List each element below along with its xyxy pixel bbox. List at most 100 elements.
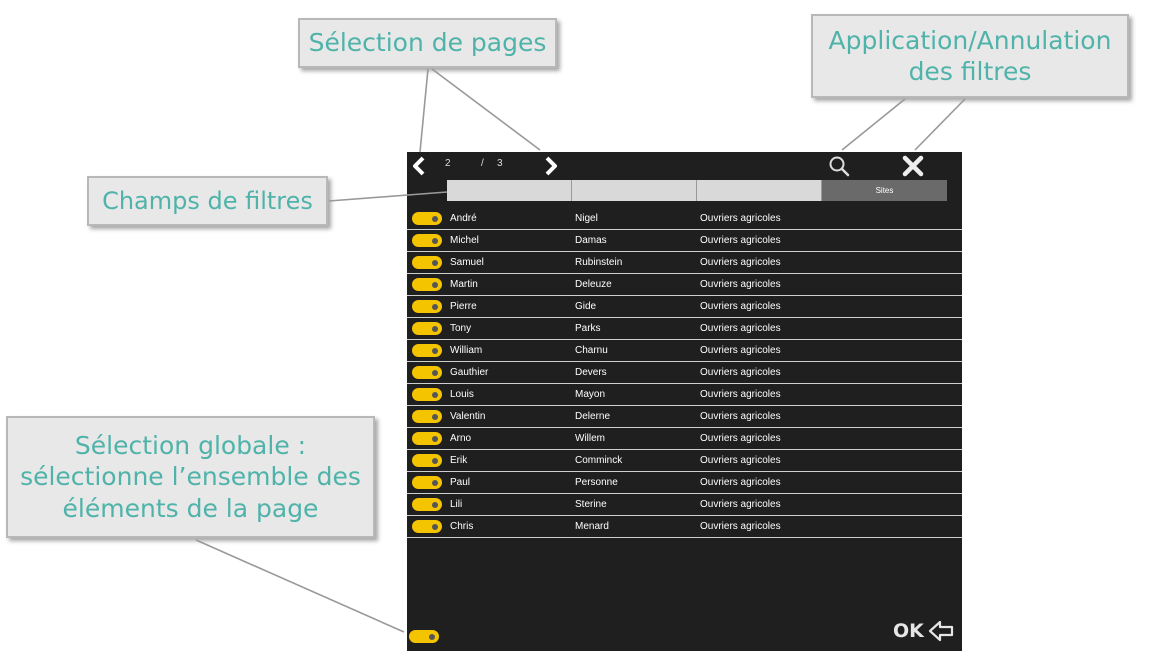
last-name-cell: Personne bbox=[575, 477, 618, 488]
ok-button[interactable]: OK bbox=[893, 618, 954, 644]
first-name-cell: Gauthier bbox=[450, 367, 489, 378]
row-select-toggle[interactable] bbox=[412, 498, 442, 511]
group-cell: Ouvriers agricoles bbox=[700, 521, 781, 532]
row-select-toggle[interactable] bbox=[412, 454, 442, 467]
group-cell: Ouvriers agricoles bbox=[700, 477, 781, 488]
table-row[interactable]: Lili Sterine Ouvriers agricoles bbox=[407, 494, 962, 516]
toggle-knob bbox=[432, 391, 438, 398]
first-name-cell: André bbox=[450, 213, 477, 224]
row-select-toggle[interactable] bbox=[412, 278, 442, 291]
table-row[interactable]: Pierre Gide Ouvriers agricoles bbox=[407, 296, 962, 318]
row-select-toggle[interactable] bbox=[412, 520, 442, 533]
row-select-toggle[interactable] bbox=[412, 300, 442, 313]
row-select-toggle[interactable] bbox=[412, 410, 442, 423]
page-separator: / bbox=[481, 158, 484, 169]
toggle-knob bbox=[432, 369, 438, 376]
table-row[interactable]: Samuel Rubinstein Ouvriers agricoles bbox=[407, 252, 962, 274]
first-name-cell: Erik bbox=[450, 455, 468, 466]
toggle-knob bbox=[432, 259, 438, 266]
row-select-toggle[interactable] bbox=[412, 476, 442, 489]
first-name-cell: Michel bbox=[450, 235, 479, 246]
table-row[interactable]: Tony Parks Ouvriers agricoles bbox=[407, 318, 962, 340]
results-list: André Nigel Ouvriers agricoles Michel Damas O… bbox=[407, 208, 962, 538]
toggle-knob bbox=[432, 347, 438, 354]
group-cell: Ouvriers agricoles bbox=[700, 455, 781, 466]
last-name-cell: Charnu bbox=[575, 345, 608, 356]
last-name-cell: Comminck bbox=[575, 455, 623, 466]
table-row[interactable]: Arno Willem Ouvriers agricoles bbox=[407, 428, 962, 450]
page-total: 3 bbox=[497, 158, 503, 169]
group-cell: Ouvriers agricoles bbox=[700, 213, 781, 224]
table-row[interactable]: Chris Menard Ouvriers agricoles bbox=[407, 516, 962, 538]
selection-panel: 2 / 3 Sites André Nigel Ouvriers agricoles… bbox=[407, 152, 962, 651]
row-select-toggle[interactable] bbox=[412, 344, 442, 357]
close-icon[interactable] bbox=[902, 155, 924, 177]
global-select-toggle[interactable] bbox=[409, 630, 439, 643]
group-cell: Ouvriers agricoles bbox=[700, 499, 781, 510]
row-select-toggle[interactable] bbox=[412, 256, 442, 269]
group-cell: Ouvriers agricoles bbox=[700, 433, 781, 444]
table-row[interactable]: Louis Mayon Ouvriers agricoles bbox=[407, 384, 962, 406]
first-name-cell: Lili bbox=[450, 499, 463, 510]
first-name-cell: Arno bbox=[450, 433, 472, 444]
last-name-cell: Menard bbox=[575, 521, 609, 532]
group-cell: Ouvriers agricoles bbox=[700, 367, 781, 378]
last-name-cell: Parks bbox=[575, 323, 601, 334]
search-icon[interactable] bbox=[828, 155, 850, 177]
row-select-toggle[interactable] bbox=[412, 322, 442, 335]
chevron-left-icon[interactable] bbox=[410, 156, 428, 176]
chevron-right-icon[interactable] bbox=[542, 156, 560, 176]
first-name-cell: Louis bbox=[450, 389, 474, 400]
table-row[interactable]: William Charnu Ouvriers agricoles bbox=[407, 340, 962, 362]
table-row[interactable]: André Nigel Ouvriers agricoles bbox=[407, 208, 962, 230]
last-name-cell: Sterine bbox=[575, 499, 607, 510]
callout-global-selection: Sélection globale : sélectionne l’ensemb… bbox=[6, 416, 375, 538]
last-name-cell: Devers bbox=[575, 367, 607, 378]
table-row[interactable]: Gauthier Devers Ouvriers agricoles bbox=[407, 362, 962, 384]
first-name-cell: Paul bbox=[450, 477, 471, 488]
last-name-cell: Mayon bbox=[575, 389, 606, 400]
first-name-cell: Pierre bbox=[450, 301, 477, 312]
first-name-cell: Chris bbox=[450, 521, 474, 532]
first-name-cell: Valentin bbox=[450, 411, 486, 422]
filter-field-first-name[interactable] bbox=[447, 180, 572, 201]
last-name-cell: Damas bbox=[575, 235, 607, 246]
group-cell: Ouvriers agricoles bbox=[700, 323, 781, 334]
toggle-knob bbox=[429, 633, 435, 640]
toggle-knob bbox=[432, 435, 438, 442]
filter-field-group[interactable] bbox=[697, 180, 822, 201]
table-row[interactable]: Paul Personne Ouvriers agricoles bbox=[407, 472, 962, 494]
callout-apply-cancel-filters: Application/Annulation des filtres bbox=[811, 14, 1129, 98]
row-select-toggle[interactable] bbox=[412, 366, 442, 379]
toggle-knob bbox=[432, 457, 438, 464]
table-row[interactable]: Martin Deleuze Ouvriers agricoles bbox=[407, 274, 962, 296]
row-select-toggle[interactable] bbox=[412, 432, 442, 445]
toggle-knob bbox=[432, 237, 438, 244]
toggle-knob bbox=[432, 325, 438, 332]
table-row[interactable]: Michel Damas Ouvriers agricoles bbox=[407, 230, 962, 252]
last-name-cell: Deleuze bbox=[575, 279, 612, 290]
ok-label: OK bbox=[893, 620, 924, 642]
toggle-knob bbox=[432, 303, 438, 310]
toggle-knob bbox=[432, 215, 438, 222]
row-select-toggle[interactable] bbox=[412, 212, 442, 225]
group-cell: Ouvriers agricoles bbox=[700, 257, 781, 268]
row-select-toggle[interactable] bbox=[412, 234, 442, 247]
arrow-left-icon bbox=[928, 620, 953, 642]
table-row[interactable]: Valentin Delerne Ouvriers agricoles bbox=[407, 406, 962, 428]
table-row[interactable]: Erik Comminck Ouvriers agricoles bbox=[407, 450, 962, 472]
last-name-cell: Willem bbox=[575, 433, 605, 444]
group-cell: Ouvriers agricoles bbox=[700, 411, 781, 422]
last-name-cell: Nigel bbox=[575, 213, 598, 224]
callout-page-selection: Sélection de pages bbox=[298, 18, 557, 68]
group-cell: Ouvriers agricoles bbox=[700, 389, 781, 400]
group-cell: Ouvriers agricoles bbox=[700, 345, 781, 356]
row-select-toggle[interactable] bbox=[412, 388, 442, 401]
first-name-cell: William bbox=[450, 345, 483, 356]
filter-field-last-name[interactable] bbox=[572, 180, 697, 201]
group-cell: Ouvriers agricoles bbox=[700, 279, 781, 290]
first-name-cell: Tony bbox=[450, 323, 472, 334]
filter-sites[interactable]: Sites bbox=[822, 180, 947, 201]
last-name-cell: Gide bbox=[575, 301, 597, 312]
callout-filter-fields: Champs de filtres bbox=[87, 176, 328, 226]
